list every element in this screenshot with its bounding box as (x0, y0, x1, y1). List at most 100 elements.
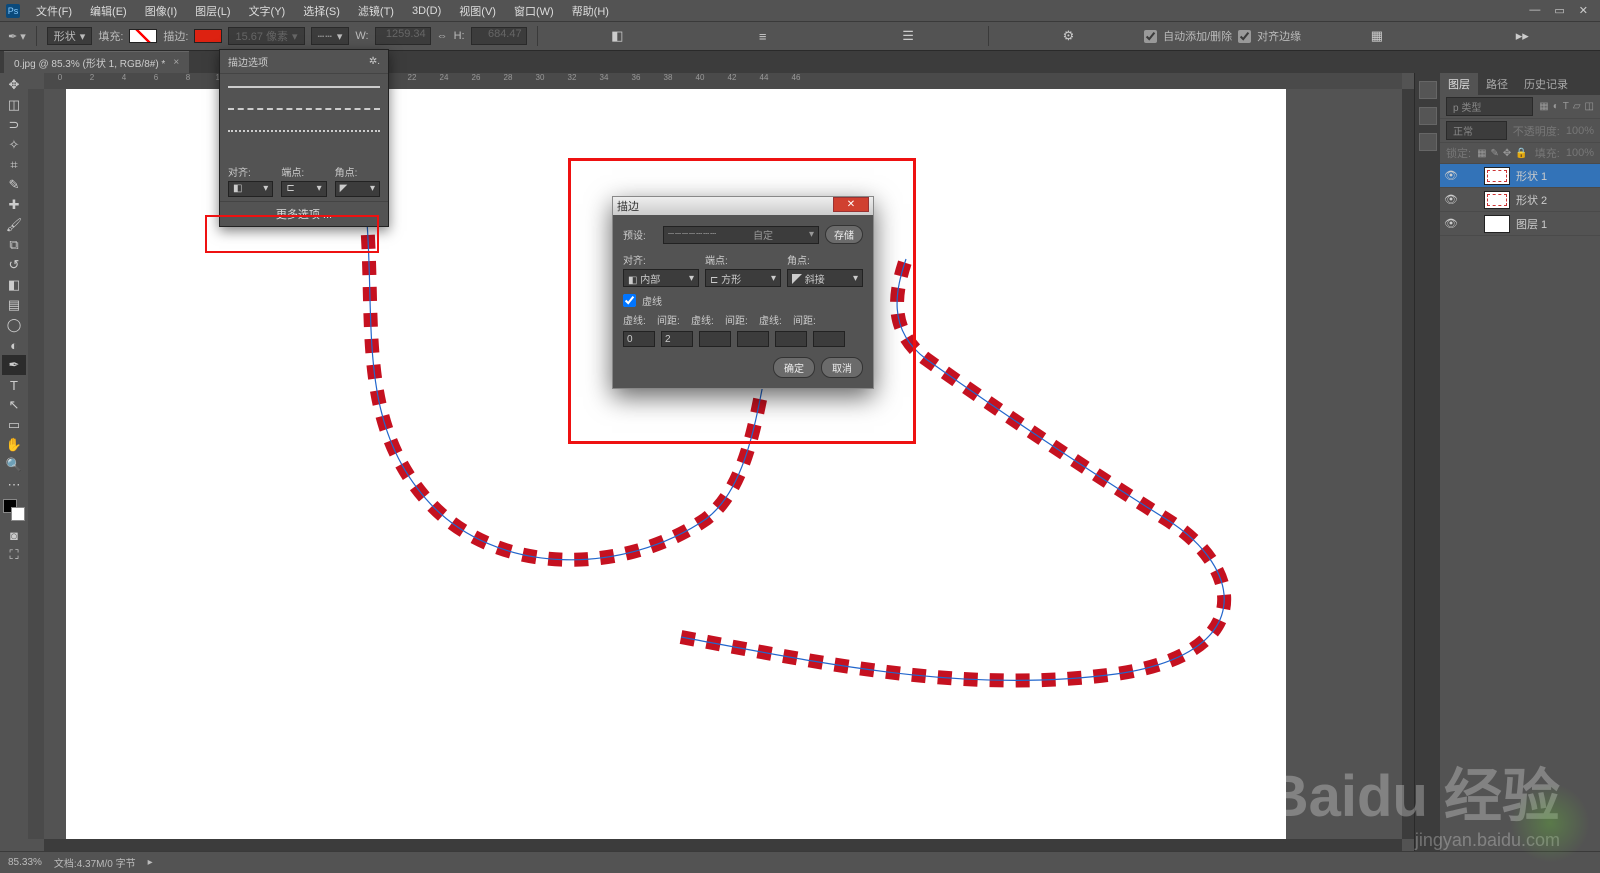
layer-row[interactable]: 👁 图层 1 (1440, 212, 1600, 236)
dlg-corner-dropdown[interactable]: ◤ 斜接▾ (787, 269, 863, 287)
preset-dropdown[interactable]: ┄┄┄┄┄┄┄自定▾ (663, 226, 819, 244)
brush-tool[interactable]: 🖌 (2, 215, 26, 235)
cancel-button[interactable]: 取消 (821, 357, 863, 378)
gap3-input[interactable] (813, 331, 845, 347)
popup-cap-dropdown[interactable]: ⊏▾ (281, 181, 326, 197)
height-field[interactable]: 684.47 (471, 27, 527, 45)
visibility-icon[interactable]: 👁 (1444, 217, 1458, 230)
color-swatches[interactable] (3, 499, 25, 521)
gap2-input[interactable] (737, 331, 769, 347)
ruler-vertical[interactable] (28, 89, 44, 839)
edit-toolbar[interactable]: ⋯ (2, 475, 26, 495)
tab-paths[interactable]: 路径 (1478, 73, 1516, 95)
eyedropper-tool[interactable]: ✎ (2, 175, 26, 195)
eraser-tool[interactable]: ◧ (2, 275, 26, 295)
fill-swatch[interactable] (129, 29, 157, 43)
gradient-tool[interactable]: ▤ (2, 295, 26, 315)
blur-tool[interactable]: ◯ (2, 315, 26, 335)
zoom-tool[interactable]: 🔍 (2, 455, 26, 475)
lasso-tool[interactable]: ⊃ (2, 115, 26, 135)
magic-wand-tool[interactable]: ✧ (2, 135, 26, 155)
path-op-icon[interactable]: ◧ (605, 26, 629, 46)
gap1-input[interactable] (661, 331, 693, 347)
layer-thumbnail[interactable] (1484, 215, 1510, 233)
document-tab[interactable]: 0.jpg @ 85.3% (形状 1, RGB/8#) * × (4, 51, 189, 73)
menu-edit[interactable]: 编辑(E) (82, 1, 135, 21)
filter-smart-icon[interactable]: ◫ (1585, 101, 1594, 112)
tool-mode-dropdown[interactable]: 形状▾ (47, 27, 93, 45)
collapsed-panel-icon[interactable] (1419, 133, 1437, 151)
align-icon[interactable]: ≡ (751, 26, 775, 46)
visibility-icon[interactable]: 👁 (1444, 169, 1458, 182)
close-tab-icon[interactable]: × (173, 57, 179, 68)
stroke-preset-dashed[interactable] (228, 108, 380, 124)
tab-history[interactable]: 历史记录 (1516, 73, 1576, 95)
popup-align-dropdown[interactable]: ◧▾ (228, 181, 273, 197)
menu-view[interactable]: 视图(V) (451, 1, 504, 21)
heal-tool[interactable]: ✚ (2, 195, 26, 215)
dashed-checkbox[interactable] (623, 294, 636, 307)
link-wh-icon[interactable]: ⇔ (437, 30, 448, 42)
rectangle-tool[interactable]: ▭ (2, 415, 26, 435)
fill-opacity-value[interactable]: 100% (1566, 147, 1594, 159)
stroke-swatch[interactable] (194, 29, 222, 43)
align-edges-checkbox[interactable] (1238, 30, 1251, 43)
screenmode-icon[interactable]: ⛶ (2, 545, 26, 565)
filter-adjust-icon[interactable]: ◐ (1553, 101, 1559, 112)
menu-window[interactable]: 窗口(W) (506, 1, 562, 21)
dash1-input[interactable] (623, 331, 655, 347)
stroke-width-dropdown[interactable]: 15.67 像素▾ (228, 27, 304, 45)
menu-help[interactable]: 帮助(H) (564, 1, 617, 21)
filter-shape-icon[interactable]: ▱ (1573, 101, 1581, 112)
dlg-cap-dropdown[interactable]: ⊏ 方形▾ (705, 269, 781, 287)
dialog-close-button[interactable]: ✕ (833, 197, 869, 212)
window-maximize-icon[interactable]: ▭ (1554, 4, 1564, 17)
hand-tool[interactable]: ✋ (2, 435, 26, 455)
doc-size[interactable]: 文档:4.37M/0 字节 (54, 855, 136, 870)
ok-button[interactable]: 确定 (773, 357, 815, 378)
crop-tool[interactable]: ⌗ (2, 155, 26, 175)
layer-row[interactable]: 👁 形状 1 (1440, 164, 1600, 188)
gear-icon[interactable]: ⚙ (1056, 26, 1080, 46)
arrange-icon[interactable]: ☰ (896, 26, 920, 46)
filter-type-icon[interactable]: T (1563, 101, 1569, 112)
workspace-icon[interactable]: ▦ (1365, 26, 1389, 46)
marquee-tool[interactable]: ◫ (2, 95, 26, 115)
layer-thumbnail[interactable] (1484, 191, 1510, 209)
dodge-tool[interactable]: ◐ (2, 335, 26, 355)
stroke-preset-solid[interactable] (228, 86, 380, 102)
save-preset-button[interactable]: 存储 (825, 225, 863, 244)
lock-all-icon[interactable]: 🔒 (1515, 148, 1527, 159)
menu-layer[interactable]: 图层(L) (187, 1, 238, 21)
blend-mode-dropdown[interactable]: 正常 (1446, 121, 1507, 140)
filter-image-icon[interactable]: ▦ (1539, 101, 1548, 112)
auto-add-delete-checkbox[interactable] (1144, 30, 1157, 43)
more-options-button[interactable]: 更多选项 ... (220, 201, 388, 226)
layer-filter-dropdown[interactable]: p 类型 (1446, 97, 1533, 116)
zoom-level[interactable]: 85.33% (8, 857, 42, 868)
visibility-icon[interactable]: 👁 (1444, 193, 1458, 206)
tab-layers[interactable]: 图层 (1440, 73, 1478, 95)
pen-tool[interactable]: ✒ (2, 355, 26, 375)
menu-filter[interactable]: 滤镜(T) (350, 1, 402, 21)
lock-pos-icon[interactable]: ✥ (1503, 148, 1511, 159)
dlg-align-dropdown[interactable]: ◧ 内部▾ (623, 269, 699, 287)
quickmask-icon[interactable]: ◙ (2, 525, 26, 545)
dash2-input[interactable] (699, 331, 731, 347)
popup-corner-dropdown[interactable]: ◤▾ (335, 181, 380, 197)
menu-3d[interactable]: 3D(D) (404, 3, 449, 19)
layer-row[interactable]: 👁 形状 2 (1440, 188, 1600, 212)
opacity-value[interactable]: 100% (1566, 125, 1594, 137)
scrollbar-vertical[interactable] (1402, 89, 1414, 839)
collapse-panels-icon[interactable]: ▸▸ (1510, 26, 1534, 46)
stroke-style-dropdown[interactable]: ┄┄▾ (311, 27, 350, 45)
menu-type[interactable]: 文字(Y) (241, 1, 294, 21)
type-tool[interactable]: T (2, 375, 26, 395)
path-select-tool[interactable]: ↖ (2, 395, 26, 415)
menu-image[interactable]: 图像(I) (137, 1, 185, 21)
lock-paint-icon[interactable]: ✎ (1491, 148, 1499, 159)
stamp-tool[interactable]: ⧉ (2, 235, 26, 255)
menu-file[interactable]: 文件(F) (28, 1, 80, 21)
move-tool[interactable]: ✥ (2, 75, 26, 95)
layer-thumbnail[interactable] (1484, 167, 1510, 185)
